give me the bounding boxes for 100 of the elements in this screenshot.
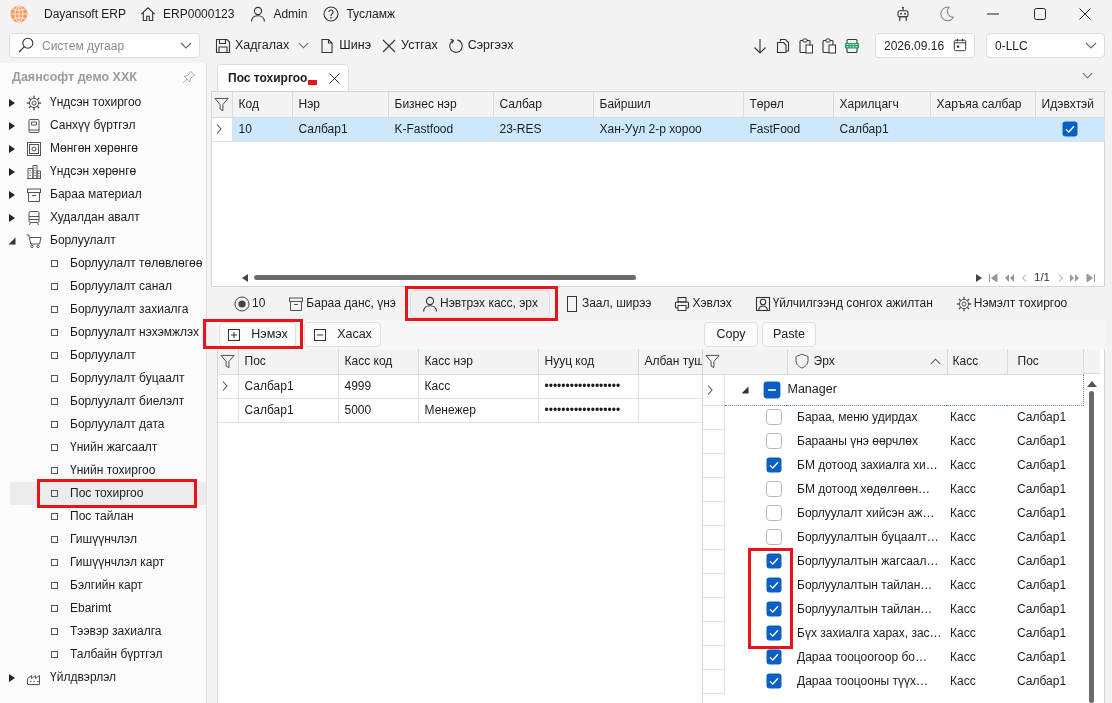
checkbox[interactable] (765, 481, 782, 497)
sidebar-item[interactable]: Пос тохиргоо (10, 482, 206, 505)
checkbox[interactable] (765, 649, 782, 665)
spreadsheet-icon[interactable] (844, 37, 860, 54)
sidebar-item[interactable]: Борлуулалт буцаалт (10, 367, 206, 390)
last-page-icon[interactable] (1086, 273, 1096, 282)
moon-icon[interactable] (939, 6, 955, 22)
new-button[interactable]: Шинэ (316, 33, 375, 58)
checkbox[interactable] (765, 625, 782, 641)
remove-button[interactable]: Хасах (304, 322, 381, 347)
help-button[interactable]: Тусламж (323, 6, 395, 22)
checkbox[interactable] (765, 505, 782, 521)
expander-icon[interactable] (8, 144, 16, 153)
column-header[interactable]: Эрх (787, 349, 947, 374)
date-field[interactable]: 2026.09.16 (875, 33, 975, 58)
table-row[interactable]: Салбар1 4999 Касс •••••••••••••••••• (218, 374, 702, 398)
sidebar-item[interactable]: Борлуулалт (10, 344, 206, 367)
sidebar-item[interactable]: Гишүүнчлэл карт (10, 551, 206, 574)
expander-icon[interactable] (740, 385, 749, 394)
tab[interactable]: Хэвлэх (665, 289, 741, 318)
toolbar-button[interactable]: Copy (704, 322, 758, 347)
paste-icon[interactable] (821, 37, 837, 54)
maximize-icon[interactable] (1034, 8, 1046, 20)
sidebar-item[interactable]: Борлуулалт биелэлт (10, 390, 206, 413)
column-header[interactable]: Касс код (338, 349, 418, 374)
document-number-button[interactable]: ERP0000123 (140, 6, 235, 22)
close-icon[interactable] (1079, 8, 1091, 20)
sidebar-group[interactable]: Худалдан авалт (0, 206, 206, 229)
table-row[interactable]: Бүх захиалга харах, зас… Касс Салбар1 (703, 621, 1083, 645)
checkbox[interactable] (1061, 121, 1078, 137)
table-row[interactable]: Борлуулалтын тайлан… Касс Салбар1 (703, 573, 1083, 597)
table-row[interactable]: БМ дотоод захиалга хи… Касс Салбар1 (703, 453, 1083, 477)
table-row[interactable]: 10 Салбар1 K-Fastfood 23-RES Хан-Уул 2-р хороо FastFood Салбар1 (212, 117, 1104, 141)
scroll-left-icon[interactable] (240, 273, 248, 282)
scrollbar-thumb[interactable] (254, 275, 636, 280)
previous-page-icon[interactable] (1004, 273, 1014, 282)
sidebar-item[interactable]: Үнийн жагсаалт (10, 436, 206, 459)
checkbox[interactable] (762, 380, 781, 399)
column-header[interactable]: Код (232, 92, 292, 117)
table-row[interactable]: Барааны үнэ өөрчлөх Касс Салбар1 (703, 429, 1083, 453)
checkbox[interactable] (765, 673, 782, 689)
table-row[interactable]: БМ дотоод хөдөлгөөн… Касс Салбар1 (703, 477, 1083, 501)
sidebar-item[interactable]: Ebarimt (10, 597, 206, 620)
add-button[interactable]: Нэмэх (219, 322, 296, 347)
sidebar-item[interactable]: Борлуулалт төлөвлөгөө (10, 252, 206, 275)
scrollbar-thumb[interactable] (1089, 391, 1094, 703)
column-header[interactable]: Байршил (593, 92, 743, 117)
table-row[interactable]: Дараа тооцооны түүх… Касс Салбар1 (703, 669, 1083, 693)
checkbox[interactable] (765, 529, 782, 545)
column-header[interactable]: Касс (947, 349, 1007, 374)
refresh-button[interactable]: Сэргээх (444, 33, 517, 58)
filter-icon[interactable] (705, 353, 720, 369)
table-row[interactable]: Салбар1 5000 Менежер •••••••••••••••••• (218, 398, 702, 422)
sidebar-group[interactable]: Үндсэн тохиргоо (0, 91, 206, 114)
scroll-right-icon[interactable] (974, 273, 982, 282)
sidebar-item[interactable]: Пос тайлан (10, 505, 206, 528)
table-row[interactable]: Бараа, меню удирдах Касс Салбар1 (703, 405, 1083, 429)
expander-icon[interactable] (8, 98, 16, 107)
toolbar-button[interactable]: Paste (762, 322, 816, 347)
sidebar-group[interactable]: Үйлдвэрлэл (0, 666, 206, 689)
sidebar-group[interactable]: Бараа материал (0, 183, 206, 206)
robot-icon[interactable] (895, 6, 911, 22)
sidebar-item[interactable]: Борлуулалт дата (10, 413, 206, 436)
sidebar-group[interactable]: Борлуулалт (0, 229, 206, 252)
expander-icon[interactable] (8, 190, 16, 199)
column-header[interactable]: Бизнес нэр (388, 92, 493, 117)
expander-icon[interactable] (8, 236, 16, 245)
sidebar-item[interactable]: Талбайн бүртгэл (10, 643, 206, 666)
sidebar-item[interactable]: Гишүүнчлэл (10, 528, 206, 551)
sidebar-item[interactable]: Үнийн тохиргоо (10, 459, 206, 482)
filter-icon[interactable] (220, 353, 235, 369)
column-header[interactable]: Нууц код (538, 349, 638, 374)
delete-button[interactable]: Устгах (378, 33, 441, 58)
copy-icon[interactable] (775, 37, 791, 54)
user-menu-button[interactable]: Admin (250, 6, 308, 22)
tab[interactable]: Бараа данс, үнэ (279, 289, 405, 318)
scroll-up-icon[interactable] (1086, 380, 1097, 388)
chevron-down-icon[interactable] (1082, 72, 1093, 79)
document-tab[interactable]: Пос тохиргоо (217, 64, 350, 91)
tab[interactable]: 10 (225, 289, 275, 318)
checkbox[interactable] (765, 409, 782, 426)
save-button[interactable]: Хадгалах (212, 33, 313, 58)
table-row[interactable]: Борлуулалтын тайлан… Касс Салбар1 (703, 597, 1083, 621)
paste-icon[interactable] (798, 37, 814, 54)
column-header[interactable]: Харилцагч (833, 92, 930, 117)
tab[interactable]: Нэвтрэх касс, эрх (410, 289, 550, 318)
next-page-icon[interactable] (1070, 273, 1080, 282)
column-header[interactable]: Пос (238, 349, 338, 374)
first-page-icon[interactable] (988, 273, 998, 282)
expander-icon[interactable] (8, 213, 16, 222)
column-header[interactable]: Идэвхтэй (1035, 92, 1104, 117)
sidebar-item[interactable]: Борлуулалт нэхэмжлэх (10, 321, 206, 344)
column-header[interactable]: Төрөл (743, 92, 833, 117)
checkbox[interactable] (765, 433, 782, 449)
tab[interactable]: Нэмэлт тохиргоо (946, 289, 1077, 318)
column-header[interactable]: Пос (1007, 349, 1083, 374)
company-select[interactable]: 0-LLC (986, 33, 1105, 58)
checkbox[interactable] (765, 457, 782, 473)
expander-icon[interactable] (8, 167, 16, 176)
sidebar-item[interactable]: Борлуулалт захиалга (10, 298, 206, 321)
